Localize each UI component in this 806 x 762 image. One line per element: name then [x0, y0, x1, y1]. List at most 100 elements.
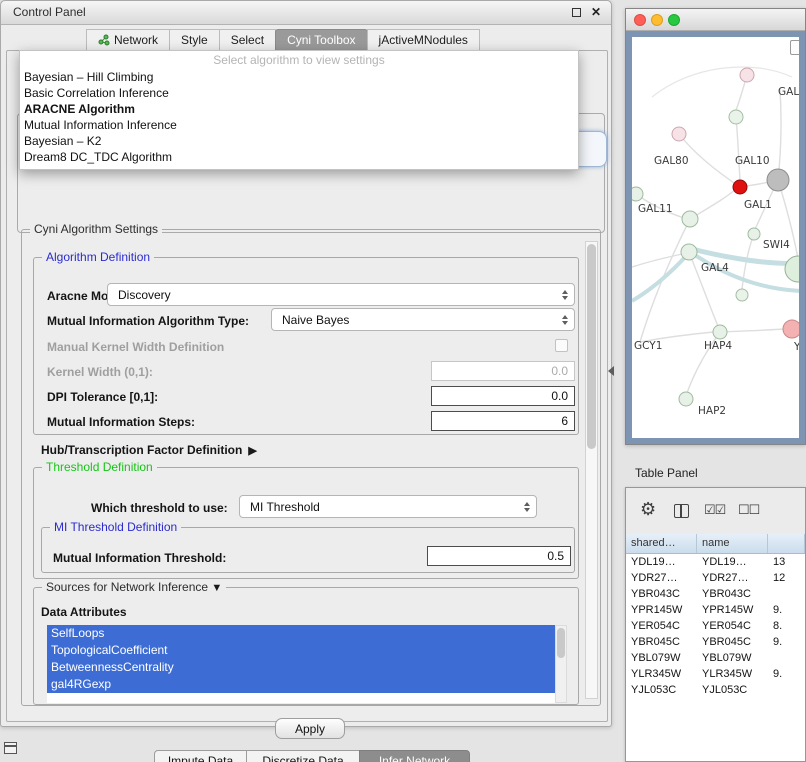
table-row[interactable]: YLR345WYLR345W9.	[626, 666, 805, 682]
network-edge[interactable]	[736, 117, 740, 180]
algorithm-option[interactable]: ARACNE Algorithm	[20, 101, 578, 117]
network-edge[interactable]	[778, 89, 781, 180]
close-icon[interactable]: ✕	[591, 5, 601, 19]
window-title: Control Panel	[13, 5, 86, 19]
scrollbar-thumb[interactable]	[557, 628, 565, 658]
network-node[interactable]	[682, 211, 698, 227]
attribute-list-item[interactable]: TopologicalCoefficient	[47, 642, 555, 659]
algorithm-option[interactable]: Dream8 DC_TDC Algorithm	[20, 149, 578, 165]
expand-triangle-icon[interactable]: ▶	[248, 444, 256, 457]
network-edge[interactable]	[640, 219, 690, 342]
hub-definition-section[interactable]: Hub/Transcription Factor Definition ▶	[41, 443, 257, 457]
table-cell: YDR27…	[626, 570, 697, 586]
settings-scrollbar[interactable]	[585, 241, 598, 699]
table-cell: YPR145W	[626, 602, 697, 618]
minimize-traffic-light-icon[interactable]	[651, 14, 663, 26]
mi-threshold-field[interactable]: 0.5	[427, 546, 571, 566]
table-cell: YER054C	[626, 618, 697, 634]
canvas-corner-button[interactable]	[790, 40, 799, 55]
manual-kernel-checkbox[interactable]	[555, 339, 568, 352]
splitter-collapse-arrow[interactable]	[608, 366, 614, 376]
column-header[interactable]: shared…	[626, 534, 697, 553]
algorithm-option[interactable]: Basic Correlation Inference	[20, 85, 578, 101]
tab-cyni-toolbox[interactable]: Cyni Toolbox	[275, 29, 367, 51]
algorithm-option[interactable]: Bayesian – Hill Climbing	[20, 69, 578, 85]
table-row[interactable]: YBL079WYBL079W	[626, 650, 805, 666]
network-node[interactable]	[713, 325, 727, 339]
network-window-titlebar[interactable]	[626, 9, 805, 31]
network-edge[interactable]	[632, 254, 682, 267]
tab-label: jActiveMNodules	[379, 30, 468, 50]
attribute-list-item[interactable]: gal4RGexp	[47, 676, 555, 693]
minimized-panel-icon[interactable]	[4, 742, 17, 754]
attribute-list-item[interactable]: BetweennessCentrality	[47, 659, 555, 676]
tab-network[interactable]: Network	[86, 29, 170, 51]
mi-steps-field[interactable]: 6	[431, 411, 575, 431]
table-row[interactable]: YDL19…YDL19…13	[626, 554, 805, 570]
network-node[interactable]	[681, 244, 697, 260]
table-row[interactable]: YDR27…YDR27…12	[626, 570, 805, 586]
network-edge[interactable]	[720, 329, 784, 332]
close-traffic-light-icon[interactable]	[634, 14, 646, 26]
table-row[interactable]: YBR045CYBR045C9.	[626, 634, 805, 650]
network-node[interactable]	[740, 68, 754, 82]
table-row[interactable]: YBR043CYBR043C	[626, 586, 805, 602]
network-edge[interactable]	[652, 67, 792, 97]
network-node[interactable]	[748, 228, 760, 240]
network-canvas[interactable]: GALGAL80GAL10GAL11GAL1SWI4GAL4GCY1HAP4YH…	[632, 37, 799, 438]
network-node[interactable]	[767, 169, 789, 191]
table-row[interactable]: YJL053CYJL053C	[626, 682, 805, 698]
kernel-width-field[interactable]: 0.0	[431, 361, 575, 381]
mi-steps-label: Mutual Information Steps:	[47, 415, 195, 429]
select-all-icon[interactable]: ☑☑	[704, 502, 725, 518]
combo-arrows-icon	[562, 290, 568, 300]
network-node-label: SWI4	[763, 239, 790, 251]
float-window-icon[interactable]	[572, 8, 581, 17]
tab-infer-network[interactable]: Infer Network	[359, 750, 470, 762]
dpi-tolerance-field[interactable]: 0.0	[431, 386, 575, 406]
column-header[interactable]	[768, 534, 805, 553]
tab-style[interactable]: Style	[169, 29, 220, 51]
column-header[interactable]: name	[697, 534, 768, 553]
mi-type-combo[interactable]: Naive Bayes	[271, 308, 575, 331]
data-attributes-list[interactable]: SelfLoopsTopologicalCoefficientBetweenne…	[47, 625, 555, 703]
table-cell: YBR045C	[697, 634, 768, 650]
aracne-mode-combo[interactable]: Discovery	[107, 283, 575, 306]
network-node[interactable]	[733, 180, 747, 194]
zoom-traffic-light-icon[interactable]	[668, 14, 680, 26]
network-tab-icon	[98, 34, 110, 46]
network-node[interactable]	[672, 127, 686, 141]
network-node[interactable]	[736, 289, 748, 301]
table-panel-window: ⚙ ☑☑ ☐☐ shared…name YDL19…YDL19…13YDR27……	[625, 487, 806, 762]
table-cell: YJL053C	[626, 682, 697, 698]
algorithm-option[interactable]: Mutual Information Inference	[20, 117, 578, 133]
tab-jactivemodules[interactable]: jActiveMNodules	[367, 29, 480, 51]
network-edge[interactable]	[632, 255, 687, 301]
tab-impute-data[interactable]: Impute Data	[154, 750, 247, 762]
network-node[interactable]	[632, 187, 643, 201]
table-row[interactable]: YPR145WYPR145W9.	[626, 602, 805, 618]
apply-button[interactable]: Apply	[275, 718, 345, 739]
table-cell: 9.	[768, 602, 805, 618]
settings-group-title: Cyni Algorithm Settings	[30, 222, 162, 236]
algorithm-option[interactable]: Bayesian – K2	[20, 133, 578, 149]
attributes-scrollbar[interactable]	[555, 625, 567, 703]
network-node[interactable]	[783, 320, 799, 338]
algorithm-definition-title: Algorithm Definition	[42, 250, 154, 264]
table-row[interactable]: YER054CYER054C8.	[626, 618, 805, 634]
deselect-all-icon[interactable]: ☐☐	[738, 502, 759, 518]
network-node[interactable]	[729, 110, 743, 124]
columns-icon[interactable]	[674, 504, 689, 518]
network-node[interactable]	[679, 392, 693, 406]
scrollbar-thumb[interactable]	[587, 244, 596, 449]
which-threshold-combo[interactable]: MI Threshold	[239, 495, 537, 518]
attribute-list-item[interactable]: SelfLoops	[47, 625, 555, 642]
mi-threshold-label: Mutual Information Threshold:	[53, 551, 226, 565]
collapse-triangle-icon[interactable]: ▼	[211, 582, 222, 594]
tab-select[interactable]: Select	[219, 29, 276, 51]
control-panel-window: Control Panel ✕ Network Style Select	[0, 0, 612, 727]
tab-discretize-data[interactable]: Discretize Data	[246, 750, 360, 762]
control-panel-titlebar[interactable]: Control Panel ✕	[1, 1, 611, 25]
network-node[interactable]	[785, 256, 799, 282]
gear-icon[interactable]: ⚙	[640, 499, 656, 520]
